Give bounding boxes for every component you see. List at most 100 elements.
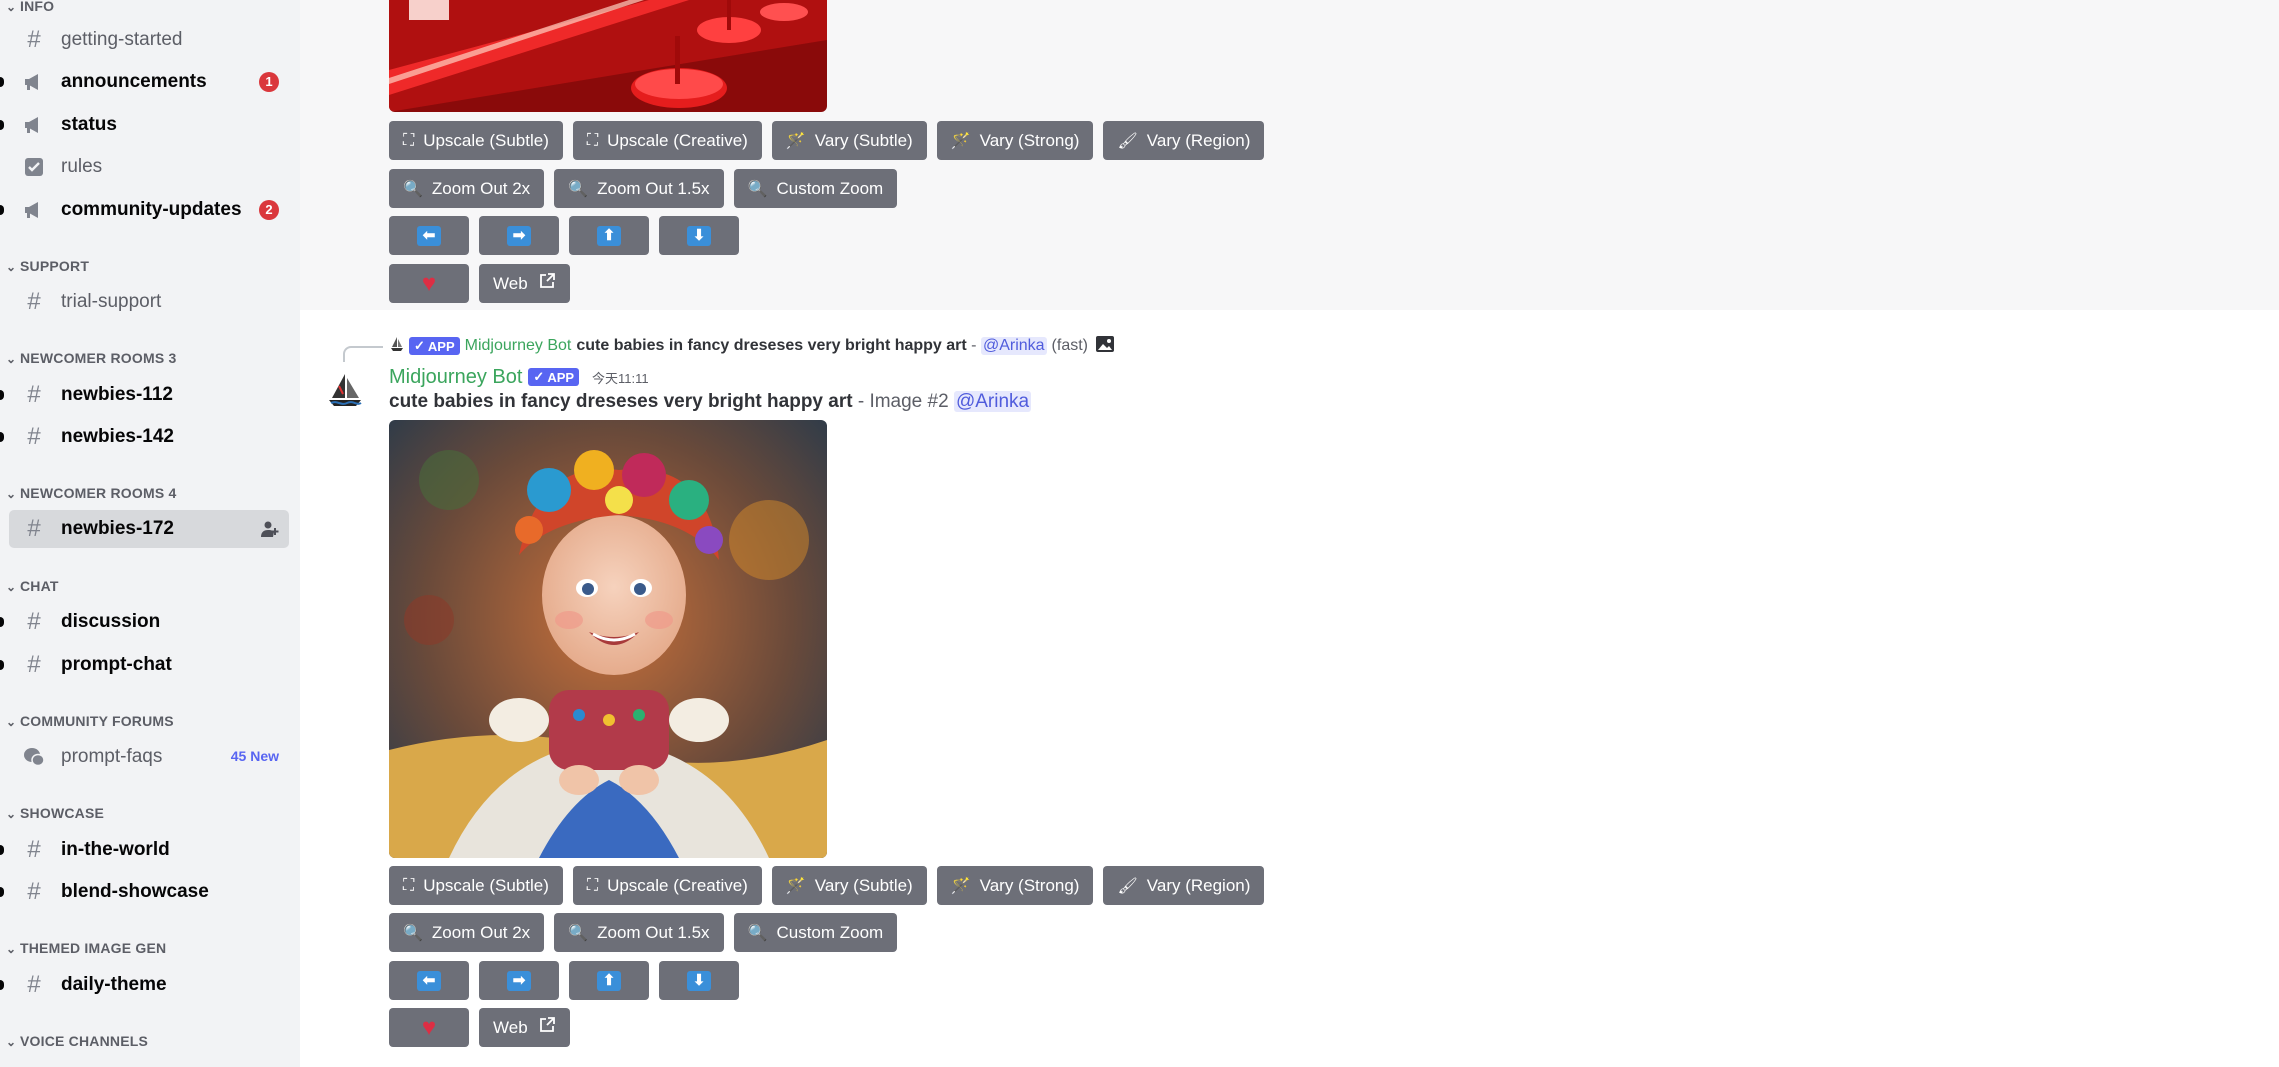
category-support[interactable]: ⌄ SUPPORT (0, 256, 89, 276)
action-row-1: ⛶ Upscale (Subtle) ⛶ Upscale (Creative) 🪄 V… (389, 866, 1265, 905)
channel-rules[interactable]: rules (9, 148, 289, 186)
reply-bot-name[interactable]: Midjourney Bot (465, 337, 572, 355)
action-row-1: ⛶ Upscale (Subtle) ⛶ Upscale (Creative) 🪄 V… (389, 121, 1265, 160)
author-name[interactable]: Midjourney Bot (389, 366, 522, 389)
upscale-subtle-button[interactable]: ⛶ Upscale (Subtle) (389, 121, 563, 160)
megaphone-icon (19, 72, 49, 92)
chevron-down-icon: ⌄ (6, 487, 17, 501)
pan-down-button[interactable]: ⬇ (659, 961, 739, 1000)
hash-icon: # (27, 381, 41, 408)
reply-separator: - (966, 337, 981, 354)
zoom-out-1-5x-button[interactable]: 🔍 Zoom Out 1.5x (554, 913, 724, 952)
check-icon: ✓ (414, 338, 425, 353)
channel-announcements[interactable]: announcements 1 (0, 63, 289, 101)
unread-indicator (0, 432, 4, 442)
megaphone-icon (19, 115, 49, 135)
channel-prompt-faqs[interactable]: prompt-faqs 45 New (9, 738, 289, 776)
category-showcase[interactable]: ⌄ SHOWCASE (0, 803, 104, 823)
channel-in-the-world[interactable]: # in-the-world (0, 831, 289, 869)
pan-left-button[interactable]: ⬅ (389, 216, 469, 255)
category-community-forums[interactable]: ⌄ COMMUNITY FORUMS (0, 711, 174, 731)
custom-zoom-button[interactable]: 🔍 Custom Zoom (733, 913, 898, 952)
channel-newbies-172[interactable]: # newbies-172 (9, 510, 289, 548)
message-content: cute babies in fancy dreseses very brigh… (389, 391, 1032, 413)
zoom-out-2x-button[interactable]: 🔍 Zoom Out 2x (389, 913, 545, 952)
vary-region-button[interactable]: 🖌 Vary (Region) (1103, 121, 1265, 160)
bot-avatar[interactable] (325, 370, 365, 410)
external-link-icon (538, 272, 556, 295)
unread-indicator (0, 660, 4, 670)
paintbrush-icon: 🖌 (1117, 877, 1138, 895)
reply-mention[interactable]: @Arinka (980, 337, 1047, 355)
hash-icon: # (27, 423, 41, 450)
message-timestamp: 今天11:11 (592, 370, 649, 386)
channel-status[interactable]: status (0, 106, 289, 144)
checkbox-icon (19, 157, 49, 177)
mention-badge: 1 (259, 72, 279, 92)
create-invite-icon[interactable] (261, 520, 279, 543)
vary-strong-button[interactable]: 🪄 Vary (Strong) (936, 866, 1094, 905)
pan-up-button[interactable]: ⬆ (569, 216, 649, 255)
expand-icon: ⛶ (403, 876, 415, 894)
user-mention[interactable]: @Arinka (953, 391, 1032, 412)
zoom-out-1-5x-button[interactable]: 🔍 Zoom Out 1.5x (554, 169, 724, 208)
hash-icon: # (27, 878, 41, 905)
action-row-3: ⬅ ➡ ⬆ ⬇ (389, 961, 739, 1000)
vary-region-button[interactable]: 🖌 Vary (Region) (1103, 866, 1265, 905)
magnifier-icon: 🔍 (747, 924, 768, 942)
upscale-creative-button[interactable]: ⛶ Upscale (Creative) (572, 121, 762, 160)
unread-indicator (0, 845, 4, 855)
pan-right-button[interactable]: ➡ (479, 216, 559, 255)
category-themed-image-gen[interactable]: ⌄ THEMED IMAGE GEN (0, 938, 166, 958)
hash-icon: # (27, 971, 41, 998)
channel-trial-support[interactable]: # trial-support (9, 283, 289, 321)
vary-subtle-button[interactable]: 🪄 Vary (Subtle) (771, 866, 927, 905)
vary-strong-button[interactable]: 🪄 Vary (Strong) (936, 121, 1094, 160)
web-button[interactable]: Web (479, 264, 570, 303)
action-row-2: 🔍 Zoom Out 2x 🔍 Zoom Out 1.5x 🔍 Custom Zoom (389, 169, 898, 208)
channel-newbies-112[interactable]: # newbies-112 (0, 376, 289, 414)
message-header: Midjourney Bot ✓ APP 今天11:11 (389, 364, 649, 390)
reply-reference[interactable]: ✓ APP Midjourney Bot cute babies in fancy… (389, 334, 1115, 358)
reply-prompt: cute babies in fancy dreseses very brigh… (576, 337, 967, 354)
category-newcomer-rooms-3[interactable]: ⌄ NEWCOMER ROOMS 3 (0, 348, 176, 368)
category-voice-channels[interactable]: ⌄ VOICE CHANNELS (0, 1031, 148, 1051)
heart-icon: ♥ (421, 1013, 437, 1041)
app-tag: ✓ APP (528, 368, 580, 386)
pan-down-button[interactable]: ⬇ (659, 216, 739, 255)
channel-prompt-chat[interactable]: # prompt-chat (0, 646, 289, 684)
category-chat[interactable]: ⌄ CHAT (0, 576, 59, 596)
favorite-button[interactable]: ♥ (389, 264, 469, 303)
generated-image-baby[interactable] (389, 420, 827, 858)
favorite-button[interactable]: ♥ (389, 1008, 469, 1047)
generated-image-red-diner[interactable] (389, 0, 827, 112)
category-newcomer-rooms-4[interactable]: ⌄ NEWCOMER ROOMS 4 (0, 483, 176, 503)
pan-up-button[interactable]: ⬆ (569, 961, 649, 1000)
hash-icon: # (27, 26, 41, 53)
prompt-text: cute babies in fancy dreseses very brigh… (389, 391, 853, 412)
vary-subtle-button[interactable]: 🪄 Vary (Subtle) (771, 121, 927, 160)
channel-community-updates[interactable]: community-updates 2 (0, 191, 289, 229)
pan-right-button[interactable]: ➡ (479, 961, 559, 1000)
category-info[interactable]: ⌄ INFO (0, 0, 54, 16)
channel-daily-theme[interactable]: # daily-theme (0, 966, 289, 1004)
magic-wand-icon: 🪄 (950, 877, 971, 895)
channel-newbies-142[interactable]: # newbies-142 (0, 418, 289, 456)
hash-icon: # (27, 288, 41, 315)
arrow-left-icon: ⬅ (417, 970, 441, 991)
upscale-creative-button[interactable]: ⛶ Upscale (Creative) (572, 866, 762, 905)
zoom-out-2x-button[interactable]: 🔍 Zoom Out 2x (389, 169, 545, 208)
pan-left-button[interactable]: ⬅ (389, 961, 469, 1000)
magic-wand-icon: 🪄 (785, 877, 806, 895)
channel-discussion[interactable]: # discussion (0, 603, 289, 641)
upscale-subtle-button[interactable]: ⛶ Upscale (Subtle) (389, 866, 563, 905)
arrow-right-icon: ➡ (507, 970, 531, 991)
chevron-down-icon: ⌄ (6, 260, 17, 274)
reply-speed: (fast) (1051, 337, 1088, 354)
channel-getting-started[interactable]: # getting-started (9, 21, 289, 59)
custom-zoom-button[interactable]: 🔍 Custom Zoom (733, 169, 898, 208)
hash-icon: # (27, 608, 41, 635)
channel-blend-showcase[interactable]: # blend-showcase (0, 873, 289, 911)
hash-icon: # (27, 836, 41, 863)
web-button[interactable]: Web (479, 1008, 570, 1047)
